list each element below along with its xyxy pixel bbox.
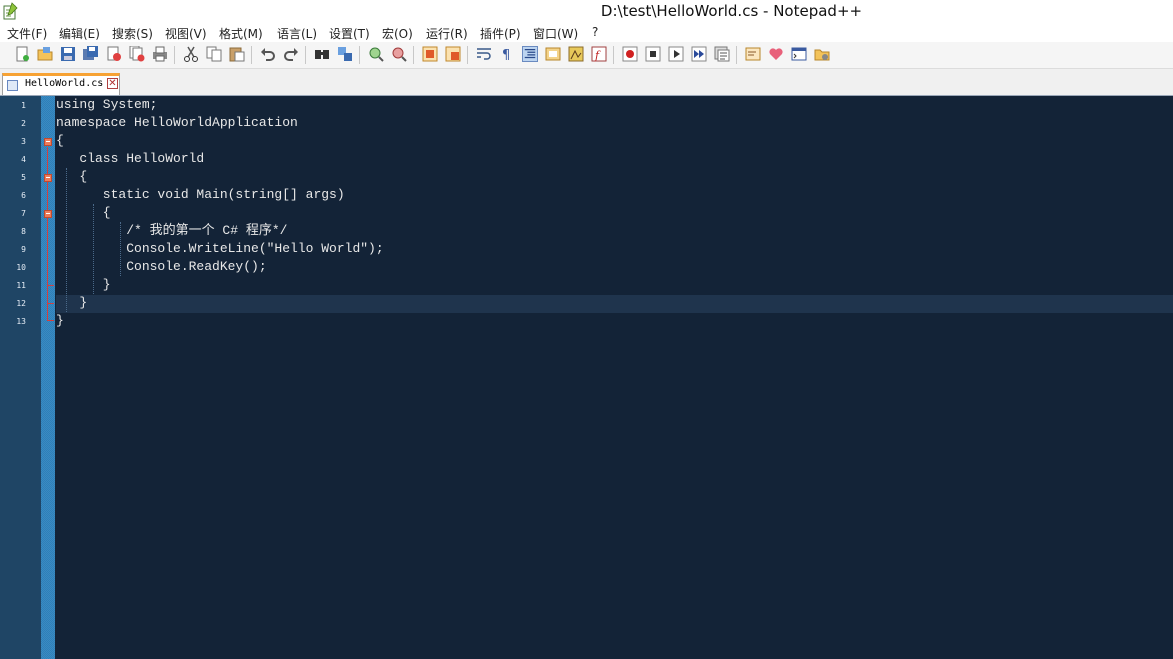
line-number: 7 xyxy=(21,209,26,218)
folder-tool-icon[interactable] xyxy=(814,46,830,62)
show-all-chars-icon[interactable]: ¶ xyxy=(499,46,515,62)
menu-bar: 文件(F) 编辑(E) 搜索(S) 视图(V) 格式(M) 语言(L) 设置(T… xyxy=(0,23,1173,42)
menu-file[interactable]: 文件(F) xyxy=(7,25,47,42)
toolbar-separator xyxy=(251,46,252,64)
user-language-icon[interactable] xyxy=(545,46,561,62)
code-line[interactable]: { xyxy=(56,132,64,150)
print-icon[interactable] xyxy=(152,46,168,62)
plugin-tool-icon[interactable] xyxy=(745,46,761,62)
console-icon[interactable] xyxy=(791,46,807,62)
copy-icon[interactable] xyxy=(206,46,222,62)
new-file-icon[interactable] xyxy=(14,46,30,62)
close-file-icon[interactable] xyxy=(106,46,122,62)
play-macro-icon[interactable] xyxy=(668,46,684,62)
line-number: 8 xyxy=(21,227,26,236)
code-line[interactable]: } xyxy=(56,276,111,294)
undo-icon[interactable] xyxy=(260,46,276,62)
window-title: D:\test\HelloWorld.cs - Notepad++ xyxy=(600,2,863,20)
menu-help[interactable]: ? xyxy=(592,25,598,39)
menu-macro[interactable]: 宏(O) xyxy=(382,25,413,42)
save-all-icon[interactable] xyxy=(83,46,99,62)
heart-icon[interactable] xyxy=(768,46,784,62)
line-number: 6 xyxy=(21,191,26,200)
menu-settings[interactable]: 设置(T) xyxy=(329,25,370,42)
zoom-in-icon[interactable] xyxy=(368,46,384,62)
line-number: 13 xyxy=(16,317,26,326)
toolbar-separator xyxy=(413,46,414,64)
zoom-out-icon[interactable] xyxy=(391,46,407,62)
code-line[interactable]: class HelloWorld xyxy=(56,150,204,168)
run-macro-multiple-icon[interactable] xyxy=(691,46,707,62)
sync-vertical-icon[interactable] xyxy=(422,46,438,62)
fold-line xyxy=(47,303,54,304)
doc-map-icon[interactable] xyxy=(568,46,584,62)
fold-toggle-icon[interactable] xyxy=(44,138,52,146)
open-file-icon[interactable] xyxy=(37,46,53,62)
toolbar-separator xyxy=(174,46,175,64)
title-bar: D:\test\HelloWorld.cs - Notepad++ xyxy=(0,0,1173,24)
menu-language[interactable]: 语言(L) xyxy=(277,25,317,42)
tab-helloworld-cs[interactable]: HelloWorld.cs ✕ xyxy=(2,73,120,95)
fold-toggle-icon[interactable] xyxy=(44,174,52,182)
line-number: 2 xyxy=(21,119,26,128)
function-list-icon[interactable]: f xyxy=(591,46,607,62)
cut-icon[interactable] xyxy=(183,46,199,62)
sync-horizontal-icon[interactable] xyxy=(445,46,461,62)
tab-label: HelloWorld.cs xyxy=(25,78,104,89)
word-wrap-icon[interactable] xyxy=(476,46,492,62)
editor-pane[interactable]: 1 2 3 4 5 6 7 8 9 10 11 12 13 using Syst… xyxy=(0,96,1173,659)
replace-icon[interactable] xyxy=(337,46,353,62)
menu-edit[interactable]: 编辑(E) xyxy=(59,25,100,42)
close-tab-icon[interactable]: ✕ xyxy=(107,78,118,89)
menu-run[interactable]: 运行(R) xyxy=(426,25,468,42)
code-line[interactable]: Console.WriteLine("Hello World"); xyxy=(56,240,383,258)
menu-plugins[interactable]: 插件(P) xyxy=(480,25,521,42)
toolbar: ¶ f xyxy=(0,42,1173,69)
record-macro-icon[interactable] xyxy=(622,46,638,62)
line-number: 1 xyxy=(21,101,26,110)
line-number: 3 xyxy=(21,137,26,146)
menu-format[interactable]: 格式(M) xyxy=(219,25,263,42)
line-number: 10 xyxy=(16,263,26,272)
code-line[interactable]: namespace HelloWorldApplication xyxy=(56,114,298,132)
indent-guide-icon[interactable] xyxy=(522,46,538,62)
toolbar-separator xyxy=(359,46,360,64)
line-number-gutter: 1 2 3 4 5 6 7 8 9 10 11 12 13 xyxy=(0,96,41,659)
tab-bar: HelloWorld.cs ✕ xyxy=(0,69,1173,97)
line-number: 11 xyxy=(16,281,26,290)
code-line[interactable]: { xyxy=(56,204,111,222)
document-icon xyxy=(7,80,18,91)
toolbar-separator xyxy=(613,46,614,64)
fold-toggle-icon[interactable] xyxy=(44,210,52,218)
line-number: 9 xyxy=(21,245,26,254)
find-icon[interactable] xyxy=(314,46,330,62)
code-line[interactable]: Console.ReadKey(); xyxy=(56,258,266,276)
code-line[interactable]: /* 我的第一个 C# 程序*/ xyxy=(56,222,287,240)
menu-search[interactable]: 搜索(S) xyxy=(112,25,153,42)
code-line[interactable]: } xyxy=(56,294,87,312)
current-line-highlight xyxy=(56,295,1173,313)
fold-line xyxy=(47,320,54,321)
code-line[interactable]: } xyxy=(56,312,64,330)
paste-icon[interactable] xyxy=(229,46,245,62)
redo-icon[interactable] xyxy=(283,46,299,62)
toolbar-separator xyxy=(305,46,306,64)
save-icon[interactable] xyxy=(60,46,76,62)
stop-macro-icon[interactable] xyxy=(645,46,661,62)
code-line[interactable]: { xyxy=(56,168,87,186)
line-number: 4 xyxy=(21,155,26,164)
close-all-icon[interactable] xyxy=(129,46,145,62)
toolbar-separator xyxy=(736,46,737,64)
line-number: 5 xyxy=(21,173,26,182)
menu-view[interactable]: 视图(V) xyxy=(165,25,207,42)
save-macro-icon[interactable] xyxy=(714,46,730,62)
svg-text:¶: ¶ xyxy=(502,48,510,62)
line-number: 12 xyxy=(16,299,26,308)
menu-window[interactable]: 窗口(W) xyxy=(533,25,578,42)
fold-line xyxy=(47,285,54,286)
toolbar-separator xyxy=(467,46,468,64)
code-line[interactable]: static void Main(string[] args) xyxy=(56,186,345,204)
code-line[interactable]: using System; xyxy=(56,96,157,114)
